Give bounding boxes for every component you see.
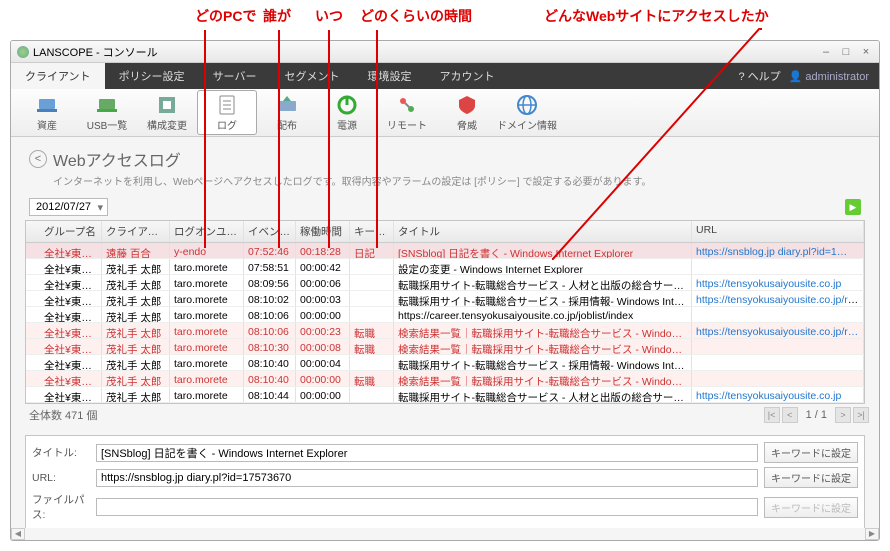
- maximize-button[interactable]: □: [839, 45, 853, 59]
- power-icon: [335, 93, 359, 117]
- window-title: LANSCOPE - コンソール: [33, 44, 158, 60]
- tool-deploy[interactable]: 配布: [257, 93, 317, 132]
- user-label[interactable]: 👤 administrator: [789, 70, 869, 83]
- table-row[interactable]: 全社¥東京本部…茂礼手 太郎taro.morete08:10:0600:00:2…: [26, 323, 864, 339]
- callout-dur: どのくらいの時間: [360, 6, 472, 26]
- back-button[interactable]: <: [29, 150, 47, 168]
- detail-title-field[interactable]: [96, 444, 758, 462]
- tab-env[interactable]: 環境設定: [353, 63, 425, 89]
- col-kw[interactable]: キーワード: [350, 221, 394, 242]
- remote-icon: [395, 93, 419, 117]
- table-row[interactable]: 全社¥東京本部…茂礼手 太郎taro.morete08:10:4000:00:0…: [26, 355, 864, 371]
- assign-url-keyword[interactable]: キーワードに設定: [764, 467, 858, 488]
- page-first[interactable]: |<: [764, 407, 780, 423]
- col-client[interactable]: クライアント名: [102, 221, 170, 242]
- callout-pc: どのPCで: [195, 6, 256, 26]
- row-count: 全体数 471 個: [29, 407, 97, 423]
- tab-policy[interactable]: ポリシー設定: [105, 63, 199, 89]
- tool-usb[interactable]: USB一覧: [77, 93, 137, 132]
- assign-title-keyword[interactable]: キーワードに設定: [764, 442, 858, 463]
- tab-client[interactable]: クライアント: [11, 63, 105, 89]
- close-button[interactable]: ×: [859, 45, 873, 59]
- tool-domain[interactable]: ドメイン情報: [497, 93, 557, 132]
- date-filter[interactable]: 2012/07/27: [29, 198, 108, 216]
- tool-remote[interactable]: リモート: [377, 93, 437, 132]
- table-row[interactable]: 全社¥東京本部…茂礼手 太郎taro.morete08:10:3000:00:0…: [26, 339, 864, 355]
- page-next[interactable]: >: [835, 407, 851, 423]
- tool-threat[interactable]: 脅威: [437, 93, 497, 132]
- log-icon: [215, 93, 239, 117]
- tool-power[interactable]: 電源: [317, 93, 377, 132]
- col-dur[interactable]: 稼働時間: [296, 221, 350, 242]
- page-title: Webアクセスログ: [53, 147, 181, 171]
- page-last[interactable]: >|: [853, 407, 869, 423]
- tool-asset[interactable]: 資産: [17, 93, 77, 132]
- col-user[interactable]: ログオンユーザ…: [170, 221, 244, 242]
- callout-site: どんなWebサイトにアクセスしたか: [544, 6, 769, 26]
- detail-path-label: ファイルパス:: [32, 492, 90, 522]
- col-time[interactable]: イベント時刻: [244, 221, 296, 242]
- page-prev[interactable]: <: [782, 407, 798, 423]
- detail-path-field[interactable]: [96, 498, 758, 516]
- table-row[interactable]: 全社¥東京本部…茂礼手 太郎taro.morete08:10:4000:00:0…: [26, 371, 864, 387]
- detail-url-field[interactable]: [96, 469, 758, 487]
- threat-icon: [455, 93, 479, 117]
- detail-url-label: URL:: [32, 472, 90, 484]
- table-row[interactable]: 全社¥東京本部…茂礼手 太郎taro.morete08:10:0200:00:0…: [26, 291, 864, 307]
- run-button[interactable]: ▶: [845, 199, 861, 215]
- detail-title-label: タイトル:: [32, 445, 90, 460]
- tool-config[interactable]: 構成変更: [137, 93, 197, 132]
- asset-icon: [35, 93, 59, 117]
- usb-icon: [95, 93, 119, 117]
- table-row[interactable]: 全社¥東京本部…茂礼手 太郎taro.morete08:10:0600:00:0…: [26, 307, 864, 323]
- tool-log[interactable]: ログ: [197, 90, 257, 135]
- table-row[interactable]: 全社¥東京本部…茂礼手 太郎taro.morete08:10:4400:00:0…: [26, 387, 864, 403]
- assign-path-keyword: キーワードに設定: [764, 497, 858, 518]
- minimize-button[interactable]: –: [819, 45, 833, 59]
- callout-who: 誰が: [263, 6, 291, 26]
- scroll-left[interactable]: ◀: [11, 528, 25, 540]
- config-icon: [155, 93, 179, 117]
- col-group[interactable]: グループ名: [26, 221, 102, 242]
- tab-server[interactable]: サーバー: [199, 63, 271, 89]
- page-indicator: 1 / 1: [806, 409, 827, 421]
- detail-panel: タイトル: キーワードに設定 URL: キーワードに設定 ファイルパス: キーワ…: [25, 435, 865, 533]
- callout-when: いつ: [315, 6, 343, 26]
- app-icon: [17, 46, 29, 58]
- table-row[interactable]: 全社¥東京本部…茂礼手 太郎taro.morete07:58:5100:00:4…: [26, 259, 864, 275]
- tab-account[interactable]: アカウント: [425, 63, 508, 89]
- domain-icon: [515, 93, 539, 117]
- tab-segment[interactable]: セグメント: [270, 63, 353, 89]
- table-row[interactable]: 全社¥東京本部…茂礼手 太郎taro.morete08:09:5600:00:0…: [26, 275, 864, 291]
- scroll-right[interactable]: ▶: [865, 528, 879, 540]
